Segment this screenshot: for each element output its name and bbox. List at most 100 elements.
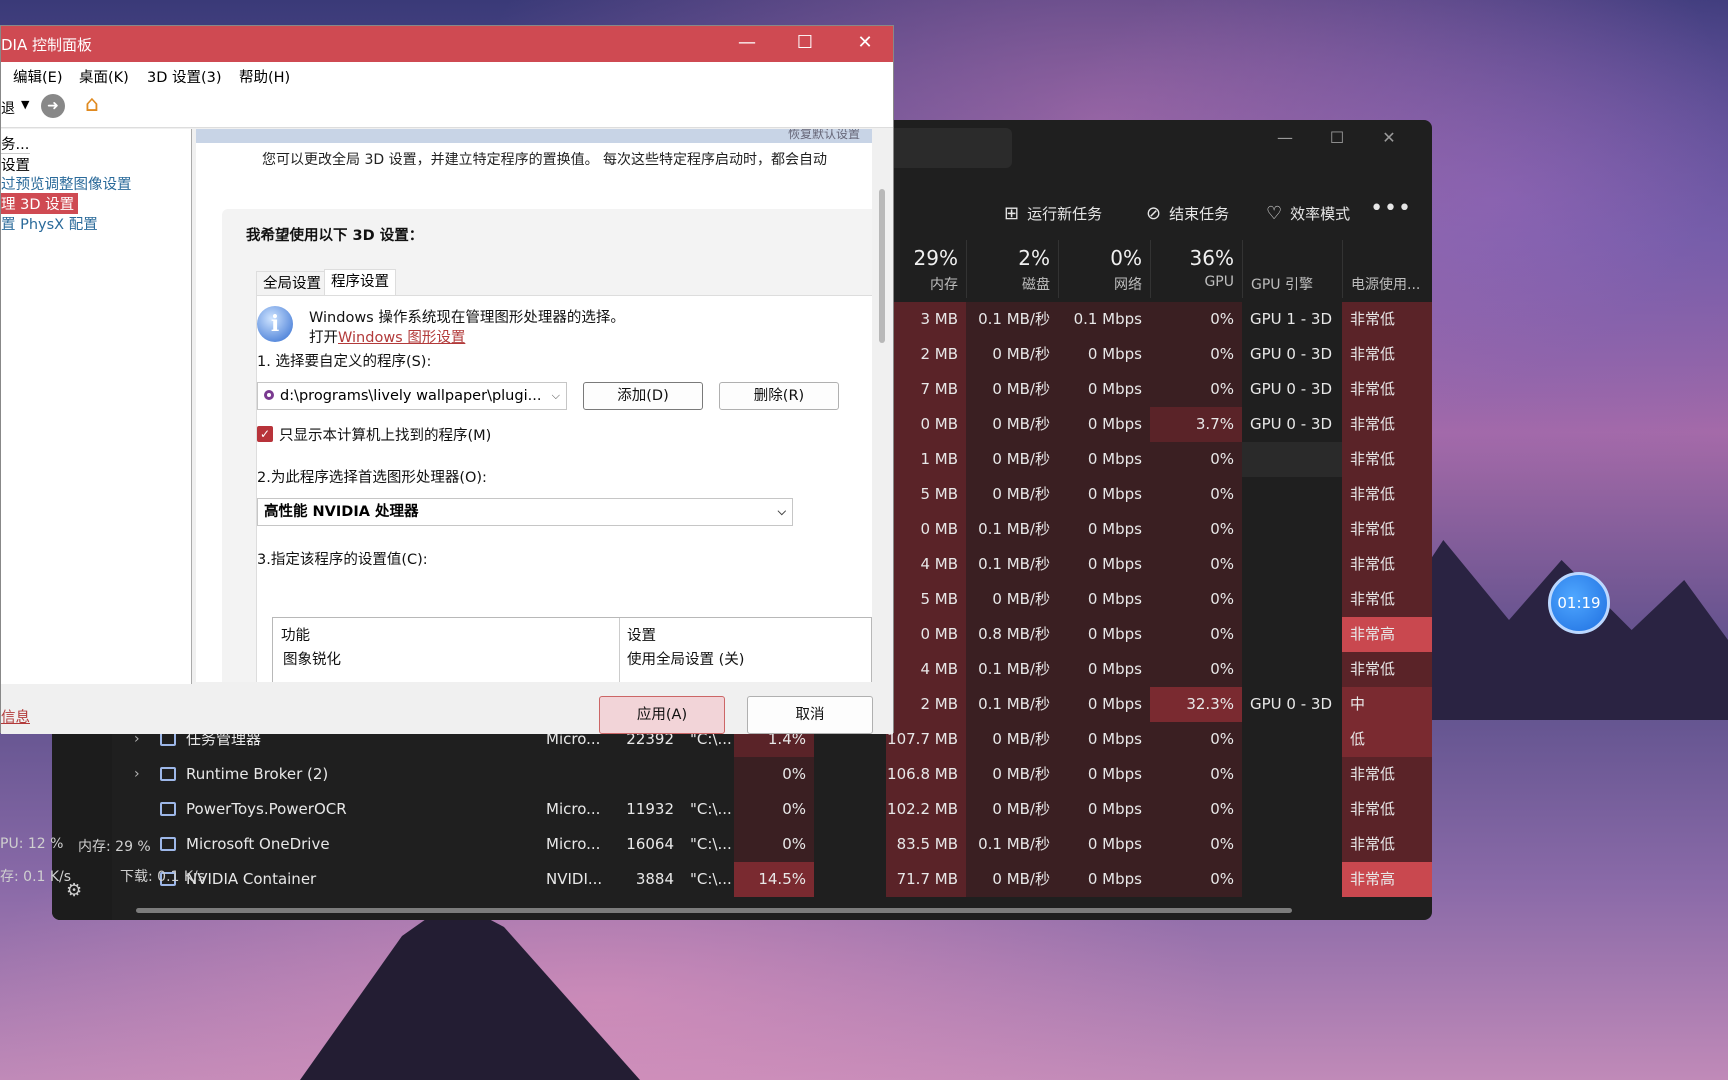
end-task-button[interactable]: ⊘ 结束任务 xyxy=(1146,188,1229,238)
col-gpu-engine[interactable]: GPU 引擎 xyxy=(1242,240,1342,298)
cell-engine xyxy=(1242,792,1342,827)
col-power-usage[interactable]: 电源使用... xyxy=(1342,240,1432,298)
gpu-select[interactable]: 高性能 NVIDIA 处理器 ⌵ xyxy=(257,498,793,526)
info-icon: i xyxy=(257,306,293,342)
more-options-icon[interactable]: ••• xyxy=(1370,196,1412,221)
tree-item-physx[interactable]: 置 PhysX 配置 xyxy=(1,213,98,234)
end-task-label: 结束任务 xyxy=(1169,204,1230,223)
cell-net: 0 Mbps xyxy=(1058,792,1150,827)
cell-disk: 0.1 MB/秒 xyxy=(966,652,1058,687)
expand-chevron-icon[interactable]: › xyxy=(134,766,140,782)
col-gpu[interactable]: 36% GPU xyxy=(1150,240,1242,298)
cell-publisher: Micro... xyxy=(546,800,601,818)
col-memory[interactable]: 29% 内存 xyxy=(886,240,966,298)
toolbar: 退 ▼ ➜ ⌂ xyxy=(1,88,893,128)
timer-widget[interactable]: 01:19 xyxy=(1548,572,1610,634)
overlay-upload: 存: 0.1 K/s xyxy=(0,869,72,885)
cell-disk: 0 MB/秒 xyxy=(966,337,1058,372)
table-row[interactable]: NVIDIA Container NVIDI... 3884 "C:\... 14.5%… xyxy=(52,862,1432,897)
restore-defaults-link[interactable]: 恢复默认设置 xyxy=(196,129,872,143)
add-button[interactable]: 添加(D) xyxy=(583,382,703,410)
back-label-partial[interactable]: 退 xyxy=(1,98,15,118)
gpu-label: GPU xyxy=(1204,274,1234,290)
cell-disk: 0 MB/秒 xyxy=(966,372,1058,407)
bottom-bar: 信息 应用(A) 取消 xyxy=(1,684,893,734)
cancel-button[interactable]: 取消 xyxy=(747,696,873,734)
menu-edit[interactable]: 编辑(E) xyxy=(13,66,62,87)
close-icon[interactable]: ✕ xyxy=(845,32,885,53)
cell-gpu: 0% xyxy=(1150,372,1242,407)
maximize-icon[interactable]: ☐ xyxy=(785,32,825,53)
cell-power: 非常低 xyxy=(1342,442,1432,477)
cell-mem: 107.7 MB xyxy=(886,722,966,757)
block-icon: ⊘ xyxy=(1146,202,1162,224)
cell-disk: 0 MB/秒 xyxy=(966,792,1058,827)
cell-net: 0 Mbps xyxy=(1058,687,1150,722)
cell-engine xyxy=(1242,827,1342,862)
cell-cpu: 14.5% xyxy=(734,862,814,897)
power-usage-label: 电源使用... xyxy=(1351,277,1421,293)
cell-disk: 0 MB/秒 xyxy=(966,582,1058,617)
table-row[interactable]: › Runtime Broker (2) 0% 106.8 MB 0 MB/秒 0 Mbp… xyxy=(52,757,1432,792)
run-new-task-button[interactable]: ⊞ 运行新任务 xyxy=(1004,188,1102,238)
tree-item-settings[interactable]: 设置 xyxy=(1,153,30,175)
menu-help[interactable]: 帮助(H) xyxy=(239,66,290,87)
home-icon[interactable]: ⌂ xyxy=(85,92,99,117)
cell-power: 非常高 xyxy=(1342,862,1432,897)
cell-gpu: 0% xyxy=(1150,652,1242,687)
back-dropdown-icon[interactable]: ▼ xyxy=(21,98,29,111)
cell-cmd xyxy=(682,757,734,792)
col-disk[interactable]: 2% 磁盘 xyxy=(966,240,1058,298)
process-name-label: Runtime Broker (2) xyxy=(186,765,329,783)
cell-net: 0 Mbps xyxy=(1058,407,1150,442)
cell-power: 非常低 xyxy=(1342,407,1432,442)
overlay-mem: 内存: 29 % xyxy=(78,839,151,855)
window-title: DIA 控制面板 xyxy=(1,36,93,54)
tree-item-preview-image[interactable]: 过预览调整图像设置 xyxy=(1,173,132,194)
forward-icon[interactable]: ➜ xyxy=(41,94,65,118)
minimize-icon[interactable]: — xyxy=(727,32,767,53)
table-row[interactable]: PowerToys.PowerOCR Micro... 11932 "C:\... 0%… xyxy=(52,792,1432,827)
checkbox-label[interactable]: 只显示本计算机上找到的程序(M) xyxy=(279,424,491,445)
tree-item-tasks[interactable]: 务... xyxy=(1,133,29,154)
remove-button[interactable]: 删除(R) xyxy=(719,382,839,410)
cell-power: 非常低 xyxy=(1342,512,1432,547)
vertical-scrollbar[interactable] xyxy=(879,189,885,343)
cell-mem: 3 MB xyxy=(886,302,966,337)
cell-disk: 0.1 MB/秒 xyxy=(966,302,1058,337)
tab-global-settings[interactable]: 全局设置 xyxy=(256,271,328,295)
close-icon[interactable]: ✕ xyxy=(1374,128,1404,152)
windows-graphics-settings-link[interactable]: Windows 图形设置 xyxy=(338,330,465,346)
apply-button[interactable]: 应用(A) xyxy=(599,696,725,734)
horizontal-scrollbar[interactable] xyxy=(136,908,1292,913)
process-icon xyxy=(160,732,176,746)
disk-label: 磁盘 xyxy=(1022,277,1050,293)
step-1-label: 1. 选择要自定义的程序(S): xyxy=(257,354,432,370)
menu-3d-settings[interactable]: 3D 设置(3) xyxy=(147,66,222,87)
table-cell-setting[interactable]: 使用全局设置 (关) xyxy=(627,648,744,669)
maximize-icon[interactable]: ☐ xyxy=(1322,128,1352,152)
table-header-feature: 功能 xyxy=(281,628,310,644)
tree-item-manage-3d[interactable]: 理 3D 设置 xyxy=(1,193,79,214)
settings-box: 我希望使用以下 3D 设置： 全局设置 程序设置 i Windows 操作系统现… xyxy=(222,209,872,682)
process-icon xyxy=(160,837,176,851)
tab-program-settings[interactable]: 程序设置 xyxy=(324,269,396,297)
efficiency-mode-button[interactable]: ♡ 效率模式 xyxy=(1266,188,1350,238)
minimize-icon[interactable]: — xyxy=(1270,128,1300,152)
cell-mem: 7 MB xyxy=(886,372,966,407)
system-info-link[interactable]: 信息 xyxy=(1,706,30,727)
cell-net: 0 Mbps xyxy=(1058,477,1150,512)
table-row[interactable]: Microsoft OneDrive Micro... 16064 "C:\... 0%… xyxy=(52,827,1432,862)
checkbox[interactable]: ✓ xyxy=(257,426,273,442)
menu-desktop[interactable]: 桌面(K) xyxy=(79,66,129,87)
cell-gpu: 32.3% xyxy=(1150,687,1242,722)
col-network[interactable]: 0% 网络 xyxy=(1058,240,1150,298)
table-cell-feature[interactable]: 图象锐化 xyxy=(283,648,341,669)
program-app-icon xyxy=(264,390,274,400)
cell-net: 0 Mbps xyxy=(1058,652,1150,687)
cell-engine xyxy=(1242,722,1342,757)
process-name-label: PowerToys.PowerOCR xyxy=(186,800,347,818)
cell-net: 0 Mbps xyxy=(1058,862,1150,897)
efficiency-mode-label: 效率模式 xyxy=(1290,204,1351,223)
program-select[interactable]: d:\programs\lively wallpaper\plugi... ⌵ xyxy=(257,382,567,410)
